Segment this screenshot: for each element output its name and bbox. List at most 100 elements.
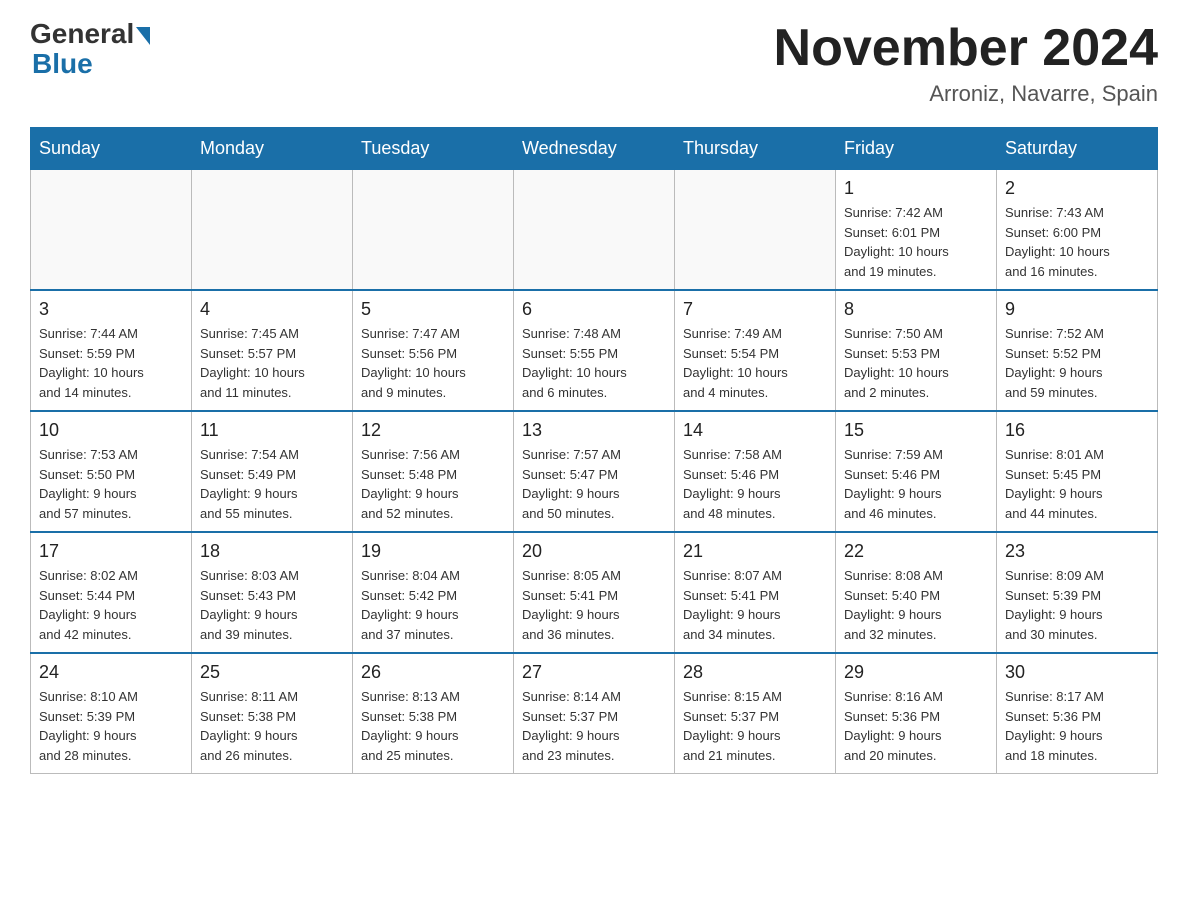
- day-number: 17: [39, 541, 183, 562]
- day-number: 10: [39, 420, 183, 441]
- day-number: 18: [200, 541, 344, 562]
- day-info: Sunrise: 8:14 AM Sunset: 5:37 PM Dayligh…: [522, 687, 666, 765]
- day-info: Sunrise: 8:08 AM Sunset: 5:40 PM Dayligh…: [844, 566, 988, 644]
- calendar-week-row: 24Sunrise: 8:10 AM Sunset: 5:39 PM Dayli…: [31, 653, 1158, 774]
- day-number: 20: [522, 541, 666, 562]
- calendar-cell: 13 Sunrise: 7:57 AM Sunset: 5:47 PM Dayli…: [514, 411, 675, 532]
- calendar-cell: 20 Sunrise: 8:05 AM Sunset: 5:41 PM Dayli…: [514, 532, 675, 653]
- calendar-cell: 22 Sunrise: 8:08 AM Sunset: 5:40 PM Dayli…: [836, 532, 997, 653]
- weekday-header-wednesday: Wednesday: [514, 128, 675, 170]
- calendar-cell: 7Sunrise: 7:49 AM Sunset: 5:54 PM Daylig…: [675, 290, 836, 411]
- day-number: 11: [200, 420, 344, 441]
- calendar-table: SundayMondayTuesdayWednesdayThursdayFrid…: [30, 127, 1158, 774]
- day-info: Sunrise: 8:11 AM Sunset: 5:38 PM Dayligh…: [200, 687, 344, 765]
- calendar-cell: 10 Sunrise: 7:53 AM Sunset: 5:50 PM Dayli…: [31, 411, 192, 532]
- weekday-header-monday: Monday: [192, 128, 353, 170]
- day-number: 19: [361, 541, 505, 562]
- day-number: 13: [522, 420, 666, 441]
- calendar-cell: 25 Sunrise: 8:11 AM Sunset: 5:38 PM Dayli…: [192, 653, 353, 774]
- logo-general-text: General: [30, 20, 134, 48]
- calendar-cell: 24Sunrise: 8:10 AM Sunset: 5:39 PM Dayli…: [31, 653, 192, 774]
- calendar-cell: 21Sunrise: 8:07 AM Sunset: 5:41 PM Dayli…: [675, 532, 836, 653]
- day-number: 16: [1005, 420, 1149, 441]
- day-info: Sunrise: 8:09 AM Sunset: 5:39 PM Dayligh…: [1005, 566, 1149, 644]
- day-number: 27: [522, 662, 666, 683]
- calendar-title: November 2024: [774, 20, 1158, 77]
- day-number: 8: [844, 299, 988, 320]
- day-info: Sunrise: 8:13 AM Sunset: 5:38 PM Dayligh…: [361, 687, 505, 765]
- day-number: 24: [39, 662, 183, 683]
- day-info: Sunrise: 8:01 AM Sunset: 5:45 PM Dayligh…: [1005, 445, 1149, 523]
- calendar-cell: 18 Sunrise: 8:03 AM Sunset: 5:43 PM Dayli…: [192, 532, 353, 653]
- day-number: 12: [361, 420, 505, 441]
- day-number: 9: [1005, 299, 1149, 320]
- calendar-cell: 28Sunrise: 8:15 AM Sunset: 5:37 PM Dayli…: [675, 653, 836, 774]
- day-number: 14: [683, 420, 827, 441]
- day-info: Sunrise: 7:49 AM Sunset: 5:54 PM Dayligh…: [683, 324, 827, 402]
- day-number: 2: [1005, 178, 1149, 199]
- header: General Blue November 2024 Arroniz, Nava…: [30, 20, 1158, 107]
- calendar-cell: 17 Sunrise: 8:02 AM Sunset: 5:44 PM Dayli…: [31, 532, 192, 653]
- calendar-cell: 1 Sunrise: 7:42 AM Sunset: 6:01 PM Daylig…: [836, 170, 997, 291]
- calendar-cell: 23 Sunrise: 8:09 AM Sunset: 5:39 PM Dayli…: [997, 532, 1158, 653]
- calendar-cell: 4 Sunrise: 7:45 AM Sunset: 5:57 PM Daylig…: [192, 290, 353, 411]
- day-info: Sunrise: 7:58 AM Sunset: 5:46 PM Dayligh…: [683, 445, 827, 523]
- day-number: 26: [361, 662, 505, 683]
- calendar-cell: [675, 170, 836, 291]
- calendar-cell: 9 Sunrise: 7:52 AM Sunset: 5:52 PM Daylig…: [997, 290, 1158, 411]
- calendar-cell: 29 Sunrise: 8:16 AM Sunset: 5:36 PM Dayli…: [836, 653, 997, 774]
- day-number: 29: [844, 662, 988, 683]
- calendar-cell: 26 Sunrise: 8:13 AM Sunset: 5:38 PM Dayli…: [353, 653, 514, 774]
- day-number: 15: [844, 420, 988, 441]
- day-info: Sunrise: 7:44 AM Sunset: 5:59 PM Dayligh…: [39, 324, 183, 402]
- day-info: Sunrise: 7:57 AM Sunset: 5:47 PM Dayligh…: [522, 445, 666, 523]
- calendar-cell: 15Sunrise: 7:59 AM Sunset: 5:46 PM Dayli…: [836, 411, 997, 532]
- day-number: 30: [1005, 662, 1149, 683]
- calendar-cell: 11 Sunrise: 7:54 AM Sunset: 5:49 PM Dayli…: [192, 411, 353, 532]
- logo-arrow-icon: [136, 27, 150, 45]
- title-area: November 2024 Arroniz, Navarre, Spain: [774, 20, 1158, 107]
- calendar-cell: [514, 170, 675, 291]
- day-info: Sunrise: 8:05 AM Sunset: 5:41 PM Dayligh…: [522, 566, 666, 644]
- day-number: 4: [200, 299, 344, 320]
- calendar-cell: 6 Sunrise: 7:48 AM Sunset: 5:55 PM Daylig…: [514, 290, 675, 411]
- day-number: 3: [39, 299, 183, 320]
- calendar-week-row: 17 Sunrise: 8:02 AM Sunset: 5:44 PM Dayli…: [31, 532, 1158, 653]
- day-number: 5: [361, 299, 505, 320]
- day-info: Sunrise: 7:43 AM Sunset: 6:00 PM Dayligh…: [1005, 203, 1149, 281]
- calendar-cell: 8Sunrise: 7:50 AM Sunset: 5:53 PM Daylig…: [836, 290, 997, 411]
- day-info: Sunrise: 7:42 AM Sunset: 6:01 PM Dayligh…: [844, 203, 988, 281]
- calendar-cell: 3 Sunrise: 7:44 AM Sunset: 5:59 PM Daylig…: [31, 290, 192, 411]
- day-info: Sunrise: 7:48 AM Sunset: 5:55 PM Dayligh…: [522, 324, 666, 402]
- calendar-cell: [353, 170, 514, 291]
- day-info: Sunrise: 7:45 AM Sunset: 5:57 PM Dayligh…: [200, 324, 344, 402]
- day-number: 25: [200, 662, 344, 683]
- calendar-cell: 16 Sunrise: 8:01 AM Sunset: 5:45 PM Dayli…: [997, 411, 1158, 532]
- weekday-header-row: SundayMondayTuesdayWednesdayThursdayFrid…: [31, 128, 1158, 170]
- day-info: Sunrise: 8:04 AM Sunset: 5:42 PM Dayligh…: [361, 566, 505, 644]
- day-info: Sunrise: 8:16 AM Sunset: 5:36 PM Dayligh…: [844, 687, 988, 765]
- day-number: 23: [1005, 541, 1149, 562]
- day-info: Sunrise: 8:02 AM Sunset: 5:44 PM Dayligh…: [39, 566, 183, 644]
- day-info: Sunrise: 7:52 AM Sunset: 5:52 PM Dayligh…: [1005, 324, 1149, 402]
- calendar-cell: 27 Sunrise: 8:14 AM Sunset: 5:37 PM Dayli…: [514, 653, 675, 774]
- calendar-cell: [31, 170, 192, 291]
- calendar-subtitle: Arroniz, Navarre, Spain: [774, 81, 1158, 107]
- day-info: Sunrise: 8:07 AM Sunset: 5:41 PM Dayligh…: [683, 566, 827, 644]
- logo: General Blue: [30, 20, 150, 80]
- weekday-header-tuesday: Tuesday: [353, 128, 514, 170]
- calendar-cell: 19 Sunrise: 8:04 AM Sunset: 5:42 PM Dayli…: [353, 532, 514, 653]
- day-info: Sunrise: 8:03 AM Sunset: 5:43 PM Dayligh…: [200, 566, 344, 644]
- day-number: 1: [844, 178, 988, 199]
- logo-blue-text: Blue: [32, 48, 93, 80]
- day-number: 6: [522, 299, 666, 320]
- day-number: 22: [844, 541, 988, 562]
- day-number: 28: [683, 662, 827, 683]
- calendar-week-row: 3 Sunrise: 7:44 AM Sunset: 5:59 PM Daylig…: [31, 290, 1158, 411]
- weekday-header-friday: Friday: [836, 128, 997, 170]
- calendar-cell: [192, 170, 353, 291]
- day-info: Sunrise: 7:54 AM Sunset: 5:49 PM Dayligh…: [200, 445, 344, 523]
- calendar-week-row: 1 Sunrise: 7:42 AM Sunset: 6:01 PM Daylig…: [31, 170, 1158, 291]
- day-info: Sunrise: 7:53 AM Sunset: 5:50 PM Dayligh…: [39, 445, 183, 523]
- calendar-cell: 30Sunrise: 8:17 AM Sunset: 5:36 PM Dayli…: [997, 653, 1158, 774]
